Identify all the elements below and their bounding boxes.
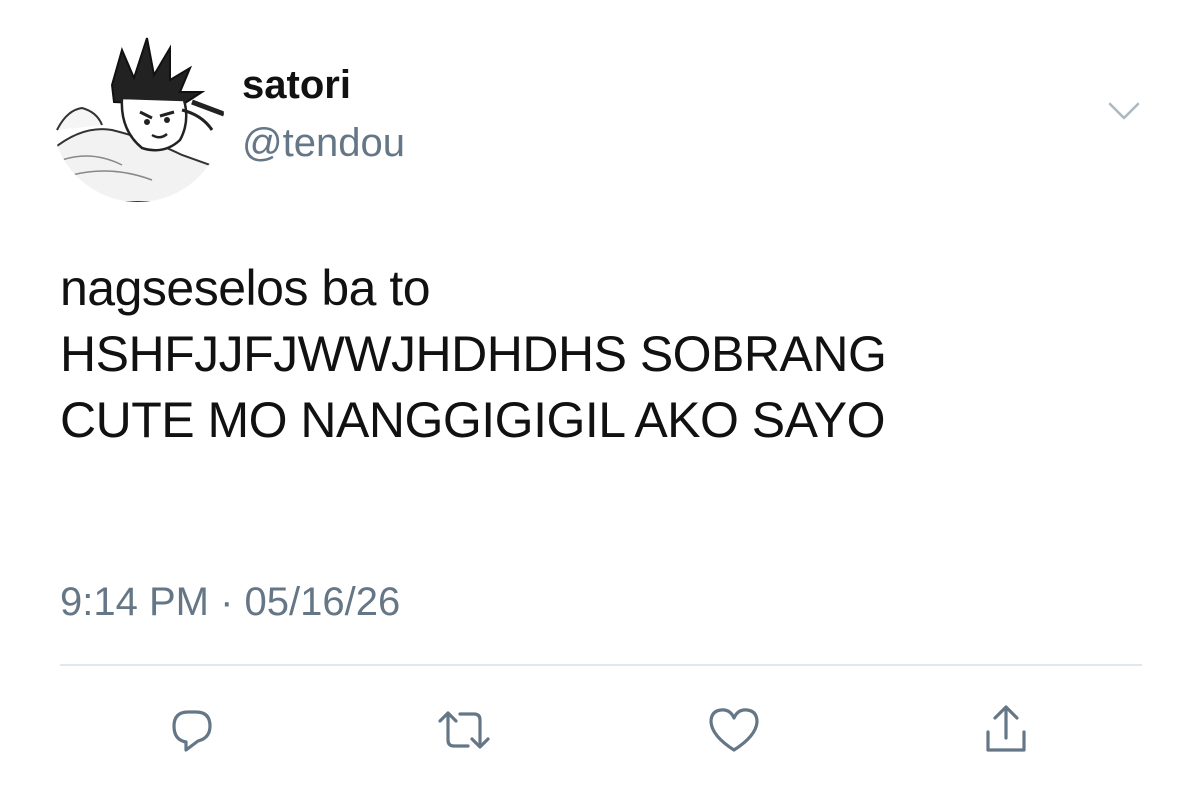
share-icon: [986, 705, 1026, 752]
retweet-button[interactable]: [426, 692, 502, 768]
display-name[interactable]: satori: [242, 62, 351, 108]
reply-icon: [172, 710, 212, 752]
tweet-text-line: nagseselos ba to: [60, 260, 431, 316]
avatar-illustration: [52, 30, 224, 202]
action-bar: [0, 692, 1200, 768]
tweet-text-line: CUTE MO NANGGIGIGIL AKO SAYO: [60, 392, 886, 448]
retweet-icon: [438, 711, 490, 749]
tweet-text: nagseselos ba to HSHFJJFJWWJHDHDHS SOBRA…: [60, 255, 1160, 453]
tweet-timestamp[interactable]: 9:14 PM · 05/16/26: [60, 578, 400, 626]
user-handle[interactable]: @tendou: [242, 120, 405, 166]
avatar[interactable]: [52, 30, 224, 202]
tweet-date: 05/16/26: [244, 580, 401, 624]
tweet-menu-button[interactable]: [1104, 96, 1144, 126]
like-button[interactable]: [696, 692, 772, 768]
tweet-text-line: HSHFJJFJWWJHDHDHS SOBRANG: [60, 326, 887, 382]
tweet-card: satori @tendou nagseselos ba to HSHFJJFJ…: [0, 0, 1200, 793]
divider: [60, 664, 1142, 666]
reply-button[interactable]: [154, 692, 230, 768]
meta-separator: ·: [220, 580, 234, 624]
heart-icon: [709, 708, 759, 752]
chevron-down-icon: [1108, 102, 1140, 120]
tweet-time: 9:14 PM: [60, 580, 209, 624]
share-button[interactable]: [968, 692, 1044, 768]
